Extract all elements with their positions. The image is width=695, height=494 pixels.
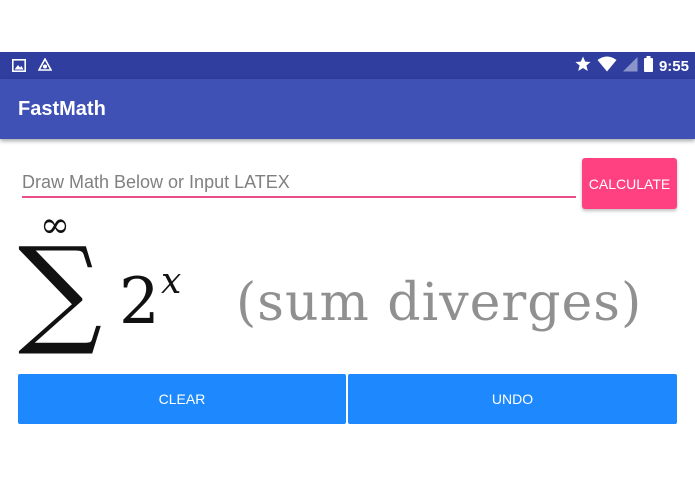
app-screen: 9:55 FastMath CALCULATE ∞ ∑ 2 x (sum div… — [0, 0, 695, 494]
clear-button[interactable]: CLEAR — [18, 374, 346, 424]
star-icon — [575, 56, 591, 77]
status-left-icons — [12, 57, 53, 77]
power-base: 2 — [119, 265, 160, 339]
status-time: 9:55 — [658, 58, 689, 75]
app-bar: FastMath — [0, 79, 695, 139]
power-exponent: x — [161, 261, 182, 302]
app-icon — [37, 57, 53, 77]
status-right-icons: 9:55 — [575, 56, 689, 77]
signal-icon — [622, 56, 638, 77]
wifi-icon — [597, 56, 617, 77]
math-drawing-canvas[interactable]: ∞ ∑ 2 x (sum diverges) — [18, 206, 677, 368]
status-bar: 9:55 — [0, 52, 695, 79]
calculation-result: (sum diverges) — [236, 273, 643, 333]
app-title: FastMath — [18, 98, 106, 120]
battery-icon — [643, 56, 653, 77]
undo-button[interactable]: UNDO — [348, 374, 677, 424]
latex-input[interactable] — [22, 168, 576, 198]
image-icon — [12, 58, 26, 77]
summation-symbol: ∑ — [18, 221, 103, 359]
calculate-button[interactable]: CALCULATE — [582, 158, 677, 209]
